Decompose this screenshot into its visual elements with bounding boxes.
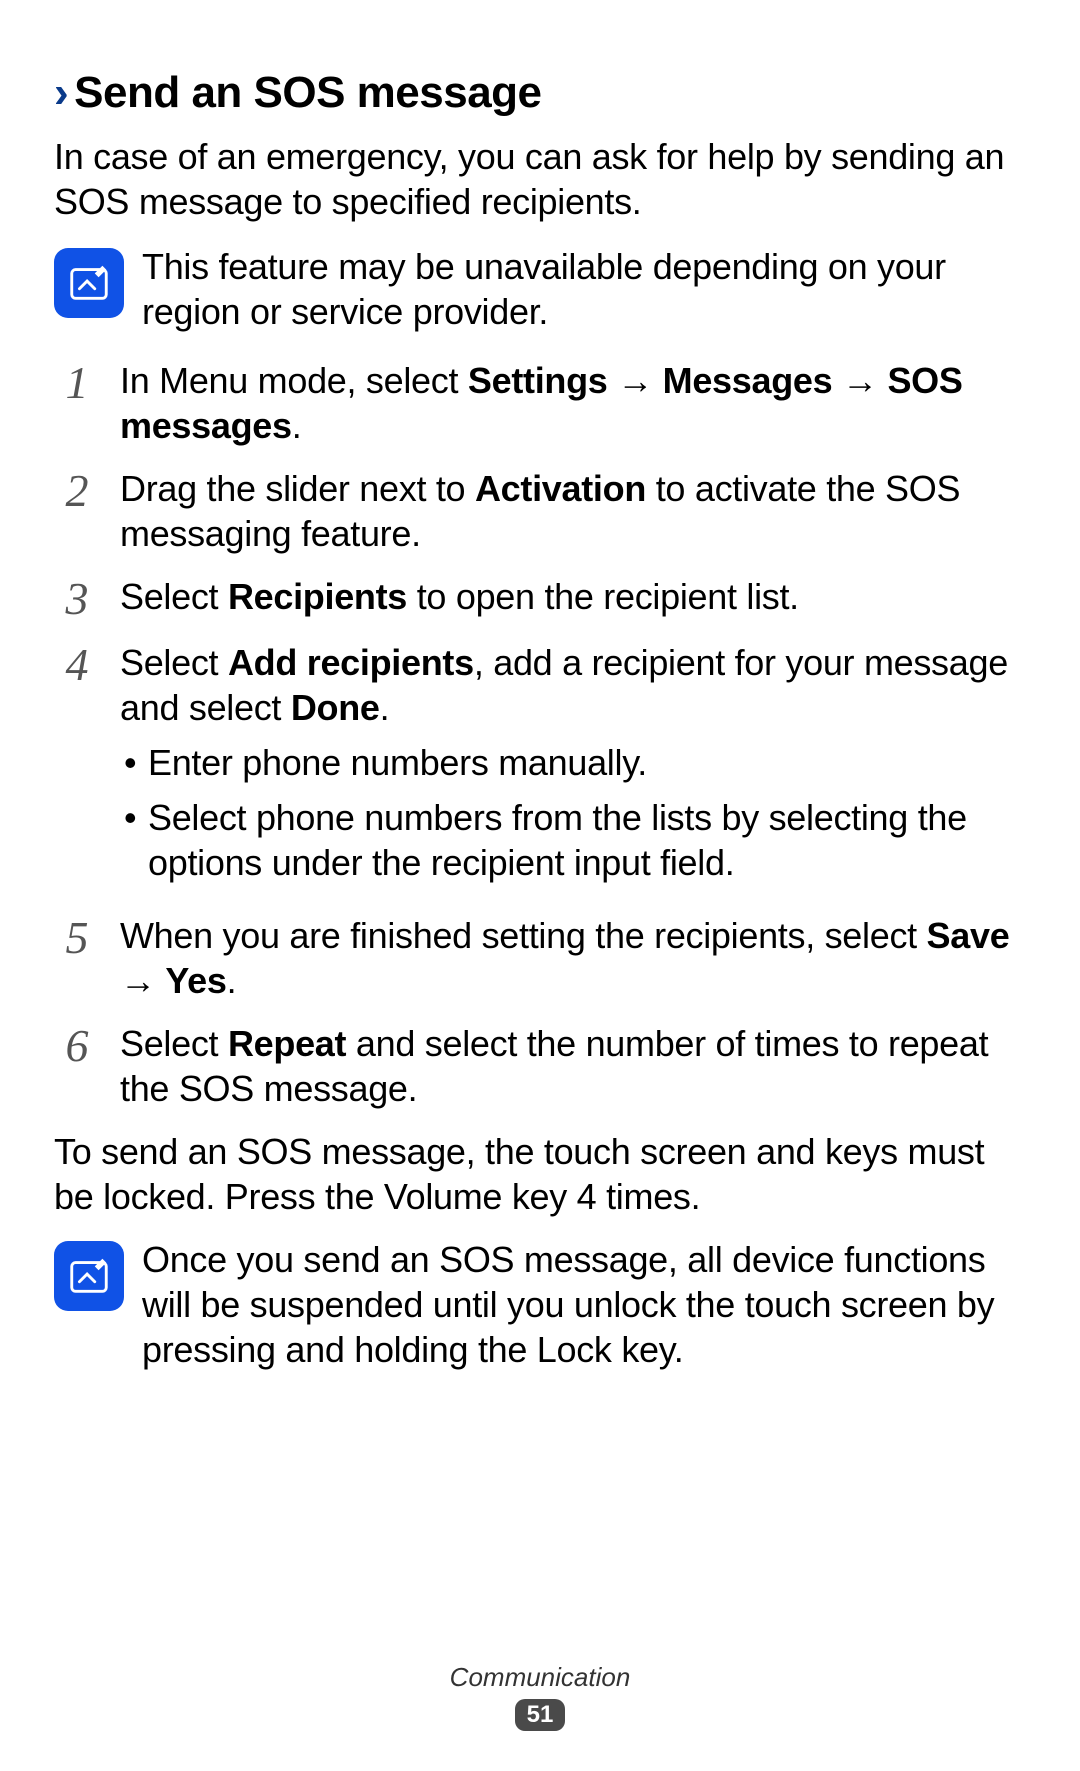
step-number: 2 [54,466,100,514]
bold: Save [927,915,1010,956]
edit-note-icon [66,260,112,306]
step-6-text: Select Repeat and select the number of t… [120,1021,1026,1111]
note-1-text: This feature may be unavailable dependin… [142,244,1026,334]
step-4-text: Select Add recipients, add a recipient f… [120,640,1026,895]
intro-paragraph: In case of an emergency, you can ask for… [54,134,1026,224]
edit-note-icon [66,1253,112,1299]
section-heading: ›Send an SOS message [54,68,1026,118]
step-number: 5 [54,913,100,961]
list-item: Enter phone numbers manually. [120,740,1026,785]
step-3: 3 Select Recipients to open the recipien… [54,574,1026,622]
text: When you are finished setting the recipi… [120,915,927,956]
text: . [227,960,237,1001]
step-5: 5 When you are finished setting the reci… [54,913,1026,1003]
step-1-text: In Menu mode, select Settings → Messages… [120,358,1026,448]
text: Select [120,1023,228,1064]
text: Select [120,642,228,683]
step-1: 1 In Menu mode, select Settings → Messag… [54,358,1026,448]
note-icon [54,248,124,318]
bold: Add recipients [228,642,474,683]
step-4-main: Select Add recipients, add a recipient f… [120,640,1026,730]
bold: Yes [165,960,226,1001]
step-4: 4 Select Add recipients, add a recipient… [54,640,1026,895]
step-6: 6 Select Repeat and select the number of… [54,1021,1026,1111]
text: to open the recipient list. [407,576,799,617]
footer-section-label: Communication [0,1662,1080,1693]
step-2-text: Drag the slider next to Activation to ac… [120,466,1026,556]
text: In Menu mode, select [120,360,468,401]
step-number: 3 [54,574,100,622]
bold: Activation [475,468,646,509]
step-number: 4 [54,640,100,688]
steps-list: 1 In Menu mode, select Settings → Messag… [54,358,1026,1111]
list-item: Select phone numbers from the lists by s… [120,795,1026,885]
heading-text: Send an SOS message [74,68,541,117]
note-2: Once you send an SOS message, all device… [54,1237,1026,1372]
page-number-badge: 51 [515,1699,566,1731]
note-icon [54,1241,124,1311]
arrow: → [608,360,663,401]
bold: Done [291,687,380,728]
bold: Recipients [228,576,407,617]
chevron-right-icon: › [54,68,68,117]
text: . [380,687,390,728]
closing-paragraph: To send an SOS message, the touch screen… [54,1129,1026,1219]
note-2-text: Once you send an SOS message, all device… [142,1237,1026,1372]
note-1: This feature may be unavailable dependin… [54,244,1026,334]
step-5-text: When you are finished setting the recipi… [120,913,1026,1003]
arrow: → [832,360,887,401]
step-3-text: Select Recipients to open the recipient … [120,574,1026,619]
arrow: → [120,960,165,1001]
text: Drag the slider next to [120,468,475,509]
step-number: 6 [54,1021,100,1069]
bold: Repeat [228,1023,346,1064]
text: Select [120,576,228,617]
bold: Messages [663,360,833,401]
step-number: 1 [54,358,100,406]
bold: Settings [468,360,608,401]
text: . [292,405,302,446]
step-4-bullets: Enter phone numbers manually. Select pho… [120,740,1026,885]
step-2: 2 Drag the slider next to Activation to … [54,466,1026,556]
page-footer: Communication 51 [0,1662,1080,1731]
